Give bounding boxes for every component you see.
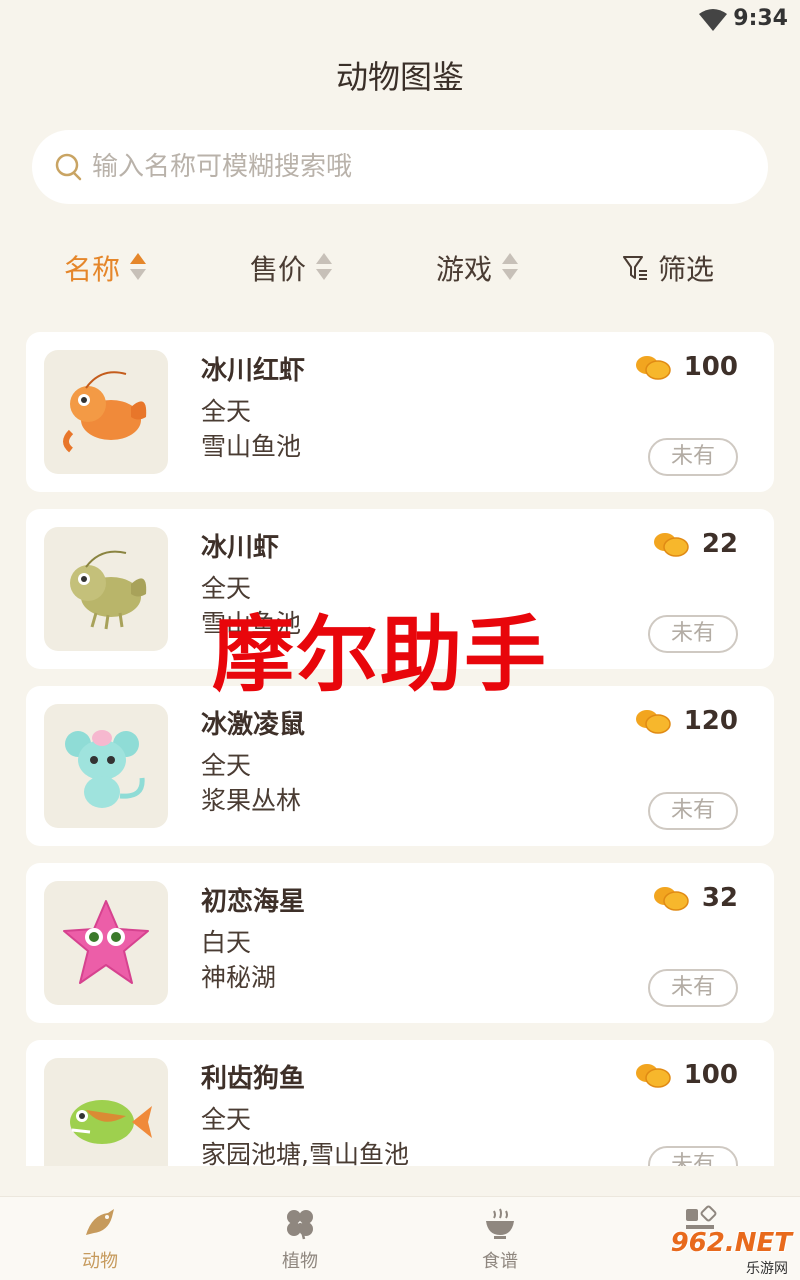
animal-thumbnail xyxy=(44,350,168,474)
animal-name: 冰激凌鼠 xyxy=(201,710,306,740)
owned-status-badge: 未有 xyxy=(648,1146,738,1166)
owned-status-badge: 未有 xyxy=(648,792,738,830)
sort-name-label: 名称 xyxy=(64,253,121,286)
animal-location: 雪山鱼池 xyxy=(201,609,302,638)
bean-coin-icon xyxy=(653,887,689,911)
price-value: 120 xyxy=(683,706,738,736)
price-value: 32 xyxy=(701,883,738,913)
filter-label: 筛选 xyxy=(658,253,715,286)
animal-card[interactable]: 利齿狗鱼 全天 家园池塘,雪山鱼池 100 未有 xyxy=(26,1040,774,1166)
site-logo: 962.NET 乐游网 xyxy=(670,1228,792,1277)
status-bar: 9:34 xyxy=(0,0,800,44)
nav-plants[interactable]: 植物 xyxy=(240,1205,360,1273)
animal-thumbnail xyxy=(44,881,168,1005)
animal-price: 100 xyxy=(634,1060,738,1090)
search-input[interactable] xyxy=(92,144,732,190)
animal-time: 全天 xyxy=(201,574,252,603)
pike-fish-icon xyxy=(70,1100,152,1144)
animal-name: 冰川红虾 xyxy=(201,356,306,386)
bowl-icon xyxy=(486,1208,514,1239)
animal-time: 全天 xyxy=(201,751,252,780)
fish-icon xyxy=(86,1209,114,1235)
animal-list[interactable]: 冰川红虾 全天 雪山鱼池 100 未有 冰川虾 全天 雪山鱼池 22 未有 冰激… xyxy=(26,332,774,1166)
animal-thumbnail xyxy=(44,704,168,828)
price-value: 100 xyxy=(683,1060,738,1090)
animal-card[interactable]: 初恋海星 白天 神秘湖 32 未有 xyxy=(26,863,774,1023)
red-shrimp-icon xyxy=(63,371,147,453)
nav-animals-label: 动物 xyxy=(82,1251,118,1272)
sort-arrows-icon xyxy=(316,253,333,283)
animal-price: 120 xyxy=(634,706,738,736)
sort-by-price[interactable]: 售价 xyxy=(250,248,333,288)
sort-price-label: 售价 xyxy=(250,253,307,286)
bean-coin-icon xyxy=(653,533,689,557)
bean-coin-icon xyxy=(635,710,671,734)
animal-name: 冰川虾 xyxy=(201,533,280,563)
animal-thumbnail xyxy=(44,527,168,651)
site-logo-text: 962.NET xyxy=(670,1228,792,1258)
sort-game-label: 游戏 xyxy=(436,253,493,286)
animal-thumbnail xyxy=(44,1058,168,1166)
nav-animals[interactable]: 动物 xyxy=(40,1205,160,1273)
page-title: 动物图鉴 xyxy=(335,58,464,96)
animal-location: 雪山鱼池 xyxy=(201,432,302,461)
animal-card[interactable]: 冰川虾 全天 雪山鱼池 22 未有 xyxy=(26,509,774,669)
animal-price: 32 xyxy=(652,883,738,913)
status-time: 9:34 xyxy=(733,6,788,31)
green-shrimp-icon xyxy=(70,550,147,630)
animal-card[interactable]: 冰激凌鼠 全天 浆果丛林 120 未有 xyxy=(26,686,774,846)
animal-location: 神秘湖 xyxy=(201,963,277,992)
owned-status-badge: 未有 xyxy=(648,438,738,476)
animal-card[interactable]: 冰川红虾 全天 雪山鱼池 100 未有 xyxy=(26,332,774,492)
bean-coin-icon xyxy=(635,356,671,380)
animal-name: 利齿狗鱼 xyxy=(201,1064,306,1094)
sort-bar: 名称 售价 游戏 筛选 xyxy=(0,240,800,296)
clover-icon xyxy=(287,1210,313,1240)
owned-status-badge: 未有 xyxy=(648,615,738,653)
sort-arrows-icon xyxy=(502,253,519,283)
filter-button[interactable]: 筛选 xyxy=(622,248,714,288)
filter-icon xyxy=(623,256,647,280)
nav-recipes[interactable]: 食谱 xyxy=(440,1205,560,1273)
animal-price: 22 xyxy=(652,529,738,559)
animal-location: 浆果丛林 xyxy=(201,786,302,815)
sort-arrows-icon xyxy=(130,253,147,283)
search-bar[interactable] xyxy=(32,130,768,204)
pink-starfish-icon xyxy=(63,900,149,984)
ice-cream-mouse-icon xyxy=(65,730,145,808)
price-value: 100 xyxy=(683,352,738,382)
animal-time: 全天 xyxy=(201,397,252,426)
animal-name: 初恋海星 xyxy=(201,887,306,917)
search-icon xyxy=(55,153,82,181)
animal-price: 100 xyxy=(634,352,738,382)
site-logo-subtext: 乐游网 xyxy=(746,1261,788,1277)
sort-by-game[interactable]: 游戏 xyxy=(436,248,519,288)
animal-time: 全天 xyxy=(201,1105,252,1134)
wifi-icon xyxy=(699,9,727,31)
bean-coin-icon xyxy=(635,1064,671,1088)
owned-status-badge: 未有 xyxy=(648,969,738,1007)
animal-time: 白天 xyxy=(201,928,252,957)
nav-recipes-label: 食谱 xyxy=(482,1251,518,1272)
animal-location: 家园池塘,雪山鱼池 xyxy=(201,1140,409,1166)
nav-plants-label: 植物 xyxy=(282,1251,318,1272)
price-value: 22 xyxy=(701,529,738,559)
sort-by-name[interactable]: 名称 xyxy=(64,248,147,288)
